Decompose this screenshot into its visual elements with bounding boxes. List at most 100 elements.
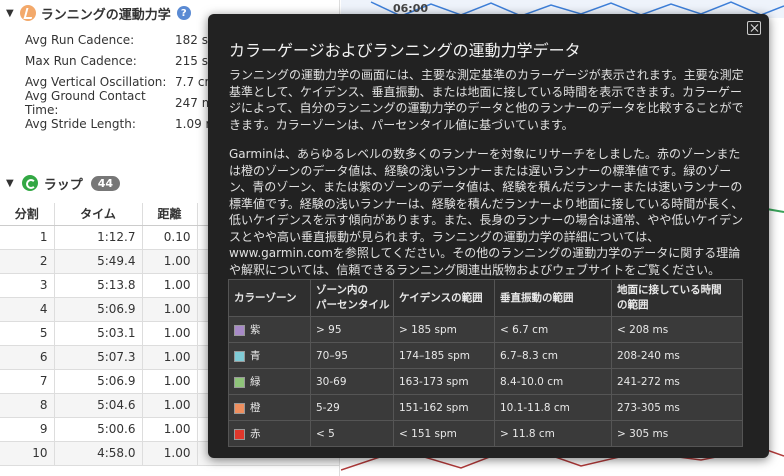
- table-cell: 5:03.1: [54, 321, 143, 346]
- help-icon[interactable]: ?: [176, 6, 191, 20]
- table-cell: 1.00: [142, 369, 198, 394]
- table-cell: 163-173 spm: [393, 368, 495, 395]
- column-header-line1: ゾーン内の: [316, 284, 368, 296]
- color-zone-cell: 青: [228, 342, 311, 369]
- color-zone-cell: 緑: [228, 368, 311, 395]
- table-cell: 2: [0, 249, 55, 274]
- column-header: 垂直振動の範囲: [494, 279, 612, 317]
- metric-label: Avg Ground Contact Time:: [25, 88, 146, 117]
- table-row: 青 70–95 174–185 spm 6.7–8.3 cm 208-240 ms: [228, 342, 743, 369]
- table-cell: 1: [0, 225, 55, 250]
- table-cell: 5:06.9: [54, 297, 143, 322]
- color-zone-table: カラーゾーン ゾーン内の パーセンタイル ケイデンスの範囲 垂直振動の範囲 地面に…: [228, 279, 743, 447]
- color-swatch: [234, 350, 245, 362]
- dialog-title: カラーゲージおよびランニングの運動力学データ: [229, 41, 581, 60]
- column-header[interactable]: 距離: [142, 203, 198, 226]
- table-cell: 3: [0, 273, 55, 298]
- laps-count-badge: 44: [90, 175, 121, 191]
- table-header-row: カラーゾーン ゾーン内の パーセンタイル ケイデンスの範囲 垂直振動の範囲 地面に…: [228, 279, 743, 317]
- table-cell: 4: [0, 297, 55, 322]
- color-gauge-info-dialog: カラーゲージおよびランニングの運動力学データ ランニングの運動力学の画面には、主…: [208, 14, 769, 458]
- table-cell: < 5: [310, 420, 394, 447]
- table-cell: < 151 spm: [393, 420, 495, 447]
- table-cell: 1.00: [142, 345, 198, 370]
- collapse-caret-icon[interactable]: ▼: [6, 8, 14, 19]
- zone-label: 青: [250, 350, 261, 362]
- table-cell: 30-69: [310, 368, 394, 395]
- metric-label: Avg Vertical Oscillation:: [25, 74, 167, 89]
- color-zone-cell: 紫: [228, 316, 311, 343]
- color-zone-cell: 赤: [228, 420, 311, 447]
- table-cell: 5-29: [310, 394, 394, 421]
- collapse-caret-icon[interactable]: ▼: [6, 178, 14, 189]
- table-cell: 5:04.6: [54, 393, 143, 418]
- zone-label: 橙: [250, 402, 261, 414]
- close-icon[interactable]: [747, 21, 761, 35]
- table-cell: 1.00: [142, 441, 198, 466]
- table-cell: 1.00: [142, 417, 198, 442]
- table-cell: 273-305 ms: [611, 394, 743, 421]
- column-header: ゾーン内の パーセンタイル: [310, 279, 394, 317]
- table-cell: 5:07.3: [54, 345, 143, 370]
- table-cell: 8: [0, 393, 55, 418]
- metric-label: Max Run Cadence:: [25, 53, 137, 68]
- dialog-paragraph: ランニングの運動力学の画面には、主要な測定基準のカラーゲージが表示されます。主要…: [229, 68, 744, 132]
- table-cell: 6: [0, 345, 55, 370]
- column-header: 地面に接している時間 の範囲: [611, 279, 743, 317]
- column-header-line2: の範囲: [617, 299, 649, 311]
- table-row: 橙 5-29 151-162 spm 10.1-11.8 cm 273-305 ms: [228, 394, 743, 421]
- laps-icon: [21, 175, 38, 191]
- table-cell: 1.00: [142, 321, 198, 346]
- table-cell: 5:06.9: [54, 369, 143, 394]
- table-row: 紫 > 95 > 185 spm < 6.7 cm < 208 ms: [228, 316, 743, 343]
- table-cell: 5:00.6: [54, 417, 143, 442]
- zone-label: 緑: [250, 376, 261, 388]
- table-cell: 4:58.0: [54, 441, 143, 466]
- table-row: 緑 30-69 163-173 spm 8.4-10.0 cm 241-272 ms: [228, 368, 743, 395]
- table-cell: < 208 ms: [611, 316, 743, 343]
- table-cell: > 185 spm: [393, 316, 495, 343]
- table-cell: 5:13.8: [54, 273, 143, 298]
- metric-label: Avg Stride Length:: [25, 116, 136, 131]
- table-cell: 10.1-11.8 cm: [494, 394, 612, 421]
- zone-label: 赤: [250, 428, 261, 440]
- table-cell: 241-272 ms: [611, 368, 743, 395]
- running-dynamics-title: ランニングの運動力学: [40, 7, 171, 23]
- table-cell: 208-240 ms: [611, 342, 743, 369]
- laps-title: ラップ: [43, 177, 83, 193]
- column-header-line1: 地面に接している時間: [617, 284, 722, 296]
- table-cell: 1.00: [142, 393, 198, 418]
- table-cell: 1.00: [142, 273, 198, 298]
- table-cell: 151-162 spm: [393, 394, 495, 421]
- table-cell: 7: [0, 369, 55, 394]
- table-cell: 5: [0, 321, 55, 346]
- table-cell: 1.00: [142, 297, 198, 322]
- column-header[interactable]: 分割: [0, 203, 55, 226]
- table-cell: 10: [0, 441, 55, 466]
- metric-label: Avg Run Cadence:: [25, 32, 135, 47]
- column-header: ケイデンスの範囲: [393, 279, 495, 317]
- table-cell: 174–185 spm: [393, 342, 495, 369]
- table-cell: 9: [0, 417, 55, 442]
- dialog-paragraph: Garminは、あらゆるレベルの数多くのランナーを対象にリサーチをしました。赤の…: [229, 147, 744, 277]
- table-cell: 8.4-10.0 cm: [494, 368, 612, 395]
- column-header: カラーゾーン: [228, 279, 311, 317]
- color-swatch: [234, 402, 245, 414]
- column-header[interactable]: タイム: [54, 203, 143, 226]
- color-swatch: [234, 376, 245, 388]
- table-cell: 70–95: [310, 342, 394, 369]
- table-cell: > 95: [310, 316, 394, 343]
- table-cell: 1.00: [142, 249, 198, 274]
- runner-icon: [19, 5, 36, 21]
- table-cell: < 6.7 cm: [494, 316, 612, 343]
- color-swatch: [234, 324, 245, 336]
- table-row: 赤 < 5 < 151 spm > 11.8 cm > 305 ms: [228, 420, 743, 447]
- table-cell: 5:49.4: [54, 249, 143, 274]
- table-cell: 1:12.7: [54, 225, 143, 250]
- table-cell: 6.7–8.3 cm: [494, 342, 612, 369]
- color-swatch: [234, 428, 245, 440]
- color-zone-cell: 橙: [228, 394, 311, 421]
- table-cell: > 305 ms: [611, 420, 743, 447]
- zone-label: 紫: [250, 324, 261, 336]
- table-cell: > 11.8 cm: [494, 420, 612, 447]
